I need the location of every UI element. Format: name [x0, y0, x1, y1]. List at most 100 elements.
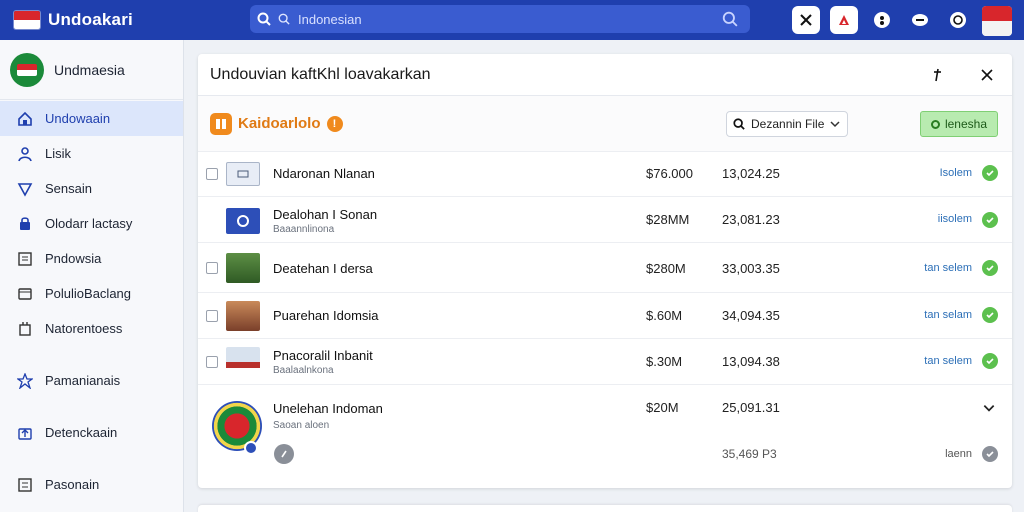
message-button[interactable] [906, 6, 934, 34]
page-title: Undouvian kaftKhl loavakarkan [210, 65, 431, 83]
notification-button[interactable] [868, 6, 896, 34]
close-icon [981, 69, 993, 81]
next-panel-edge [198, 505, 1012, 512]
table-row[interactable]: Dealohan I Sonan Baaannlinona $28MM 23,0… [198, 197, 1012, 243]
table-row[interactable]: Pnacoralil Inbanit Baalaalnkona $.30M 13… [198, 339, 1012, 385]
row-name: Dealohan I Sonan [273, 207, 378, 222]
card-icon [16, 285, 34, 303]
table-row[interactable]: Ndaronan Nlanan $76.000 13,024.25 Isolem [198, 152, 1012, 197]
chevron-down-icon[interactable] [982, 401, 996, 420]
pin-icon [934, 68, 941, 82]
close-app-button[interactable] [792, 6, 820, 34]
chat-icon [912, 14, 928, 26]
row-amount: 23,081.23 [722, 212, 780, 227]
row-price: $280M [646, 261, 686, 276]
table-row[interactable]: Puarehan Idomsia $.60M 34,094.35 tan sel… [198, 293, 1012, 339]
row-price: $.30M [646, 354, 683, 369]
check-icon [982, 165, 998, 181]
sidebar-item-label: Natorentoess [45, 321, 123, 336]
sidebar-title: Undmaesia [54, 61, 125, 78]
circle-icon [930, 119, 940, 129]
toolbar: Kaidoarlolo ! Dezannin File lenesha [198, 96, 1012, 152]
temple-thumbnail [226, 301, 260, 331]
search-icon [733, 118, 745, 130]
row-checkbox[interactable] [206, 262, 218, 274]
flag-icon [14, 11, 40, 29]
toolbar-label[interactable]: Kaidoarlolo [238, 115, 321, 132]
row-subtitle: Saoan aloen [273, 420, 330, 431]
close-icon [800, 14, 812, 26]
search-bar[interactable] [250, 5, 750, 33]
confirm-button[interactable]: lenesha [920, 111, 998, 137]
search-input[interactable] [298, 11, 698, 27]
edit-icon[interactable] [274, 444, 294, 464]
play-button[interactable] [830, 6, 858, 34]
sidebar-item-label: Sensain [45, 181, 92, 196]
main-panel: Undouvian kaftKhl loavakarkan Kaidoarlol… [198, 54, 1012, 488]
table-row[interactable]: Deatehan I dersa $280M 33,003.35 tan sel… [198, 243, 1012, 293]
sidebar-item-5[interactable]: Pndowsia [0, 241, 183, 276]
info-badge: ! [326, 115, 343, 132]
row-price: $.60M [646, 308, 683, 323]
row-name: Unelehan Indoman [273, 401, 383, 416]
account-button[interactable] [944, 6, 972, 34]
row-name: Deatehan I dersa [273, 261, 373, 276]
close-panel-button[interactable] [976, 64, 998, 86]
sidebar-item-label: Lisik [45, 146, 72, 161]
sidebar-item-8[interactable]: Pamanianais [0, 363, 183, 398]
row-subtitle: Baaannlinona [273, 224, 335, 235]
user-icon [16, 145, 34, 163]
sidebar-item-2[interactable]: Lisik [0, 136, 183, 171]
lock-icon [16, 215, 34, 233]
row-name: Pnacoralil Inbanit [273, 348, 373, 363]
table-row-expanded[interactable]: Unelehan Indoman Saoan aloen $20M 25,091… [198, 385, 1012, 485]
file-thumbnail [226, 162, 260, 186]
confirm-button-label: lenesha [944, 117, 988, 131]
sidebar-item-1[interactable]: Undowaain [0, 101, 183, 136]
check-icon [982, 212, 998, 228]
dropdown-value: Dezannin File [751, 117, 825, 131]
document-icon [16, 250, 34, 268]
sidebar-item-9[interactable]: Detenckaain [0, 415, 183, 450]
search-submit-icon[interactable] [722, 11, 738, 32]
upload-icon [16, 424, 34, 442]
check-icon [982, 260, 998, 276]
check-icon [982, 353, 998, 369]
sidebar-item-3[interactable]: Sensain [0, 171, 183, 206]
row-name: Puarehan Idomsia [273, 308, 379, 323]
account-icon [950, 12, 966, 28]
avatar[interactable] [982, 6, 1012, 36]
file-dropdown[interactable]: Dezannin File [726, 111, 848, 137]
row-amount: 33,003.35 [722, 261, 780, 276]
file-thumbnail [226, 208, 260, 234]
verified-icon [244, 441, 258, 455]
check-icon [982, 307, 998, 323]
sidebar-item-label: Pndowsia [45, 251, 102, 266]
category-icon [210, 112, 232, 135]
roof-thumbnail [226, 347, 260, 377]
row-name: Ndaronan Nlanan [273, 166, 375, 181]
sidebar-item-label: Pamanianais [45, 373, 121, 388]
panel-header: Undouvian kaftKhl loavakarkan [198, 54, 1012, 96]
chevron-down-icon [829, 118, 841, 133]
row-amount: 13,094.38 [722, 354, 780, 369]
sidebar-item-4[interactable]: Olodarr lactasy [0, 206, 183, 241]
row-checkbox[interactable] [206, 310, 218, 322]
sidebar-item-label: Detenckaain [45, 425, 118, 440]
brand[interactable]: Undoakari [14, 10, 244, 30]
row-status: tan selem [924, 355, 972, 367]
sidebar-item-6[interactable]: PolulioBaclang [0, 276, 183, 311]
row-status: tan selam [924, 309, 972, 321]
sidebar-item-7[interactable]: Natorentoess [0, 311, 183, 346]
check-icon [982, 446, 998, 462]
row-checkbox[interactable] [206, 356, 218, 368]
pin-button[interactable] [926, 64, 948, 86]
row-extra-status: laenn [945, 448, 972, 460]
sidebar-item-10[interactable]: Pasonain [0, 467, 183, 502]
home-icon [16, 110, 34, 128]
row-extra-amount: 35,469 P3 [722, 447, 777, 461]
row-checkbox[interactable] [206, 168, 218, 180]
puzzle-icon [16, 372, 34, 390]
bell-icon [874, 12, 890, 28]
list-icon [16, 476, 34, 494]
